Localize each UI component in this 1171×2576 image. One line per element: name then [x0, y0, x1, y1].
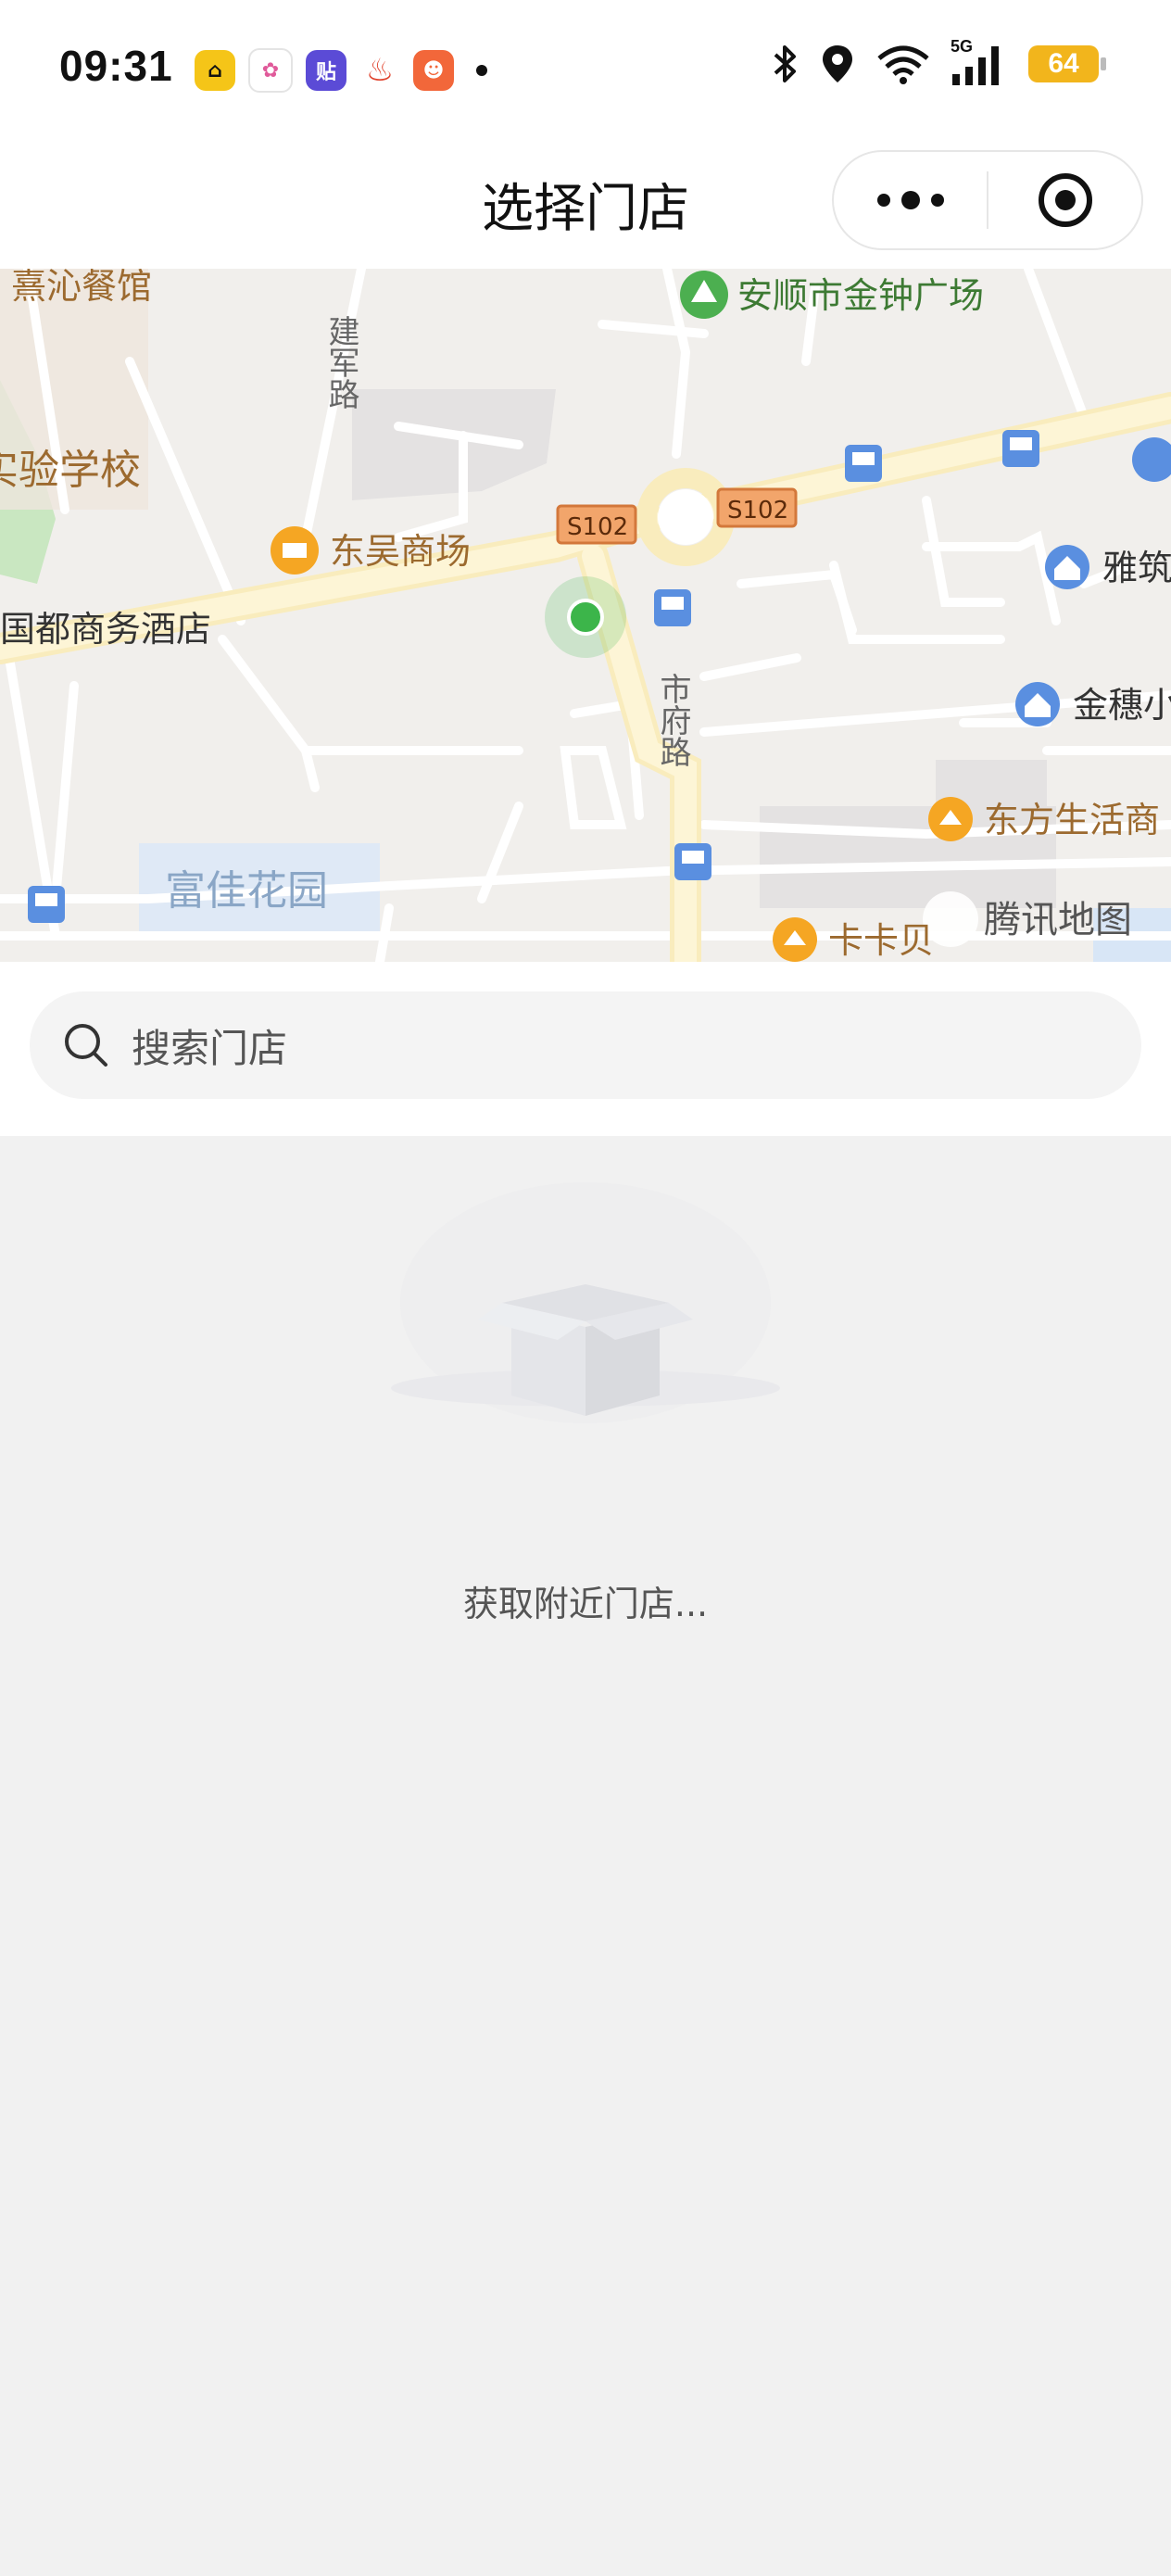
- more-button[interactable]: [834, 191, 987, 209]
- system-icons: 5G 64: [771, 37, 1106, 85]
- store-map[interactable]: 熹沁餐馆 安顺市金钟广场 建军路 实验学校 S102 S102 东吴商场 雅筑 …: [0, 269, 1171, 962]
- notification-icons: ⌂ ✿ 贴 ♨ ☻: [195, 48, 487, 93]
- loading-message: 获取附近门店...: [462, 1584, 709, 1624]
- map-label: 卡卡贝: [828, 920, 934, 961]
- map-label: 国都商务酒店: [0, 609, 211, 650]
- store-list: 获取附近门店...: [0, 1136, 1171, 2576]
- app-icon: 贴: [306, 50, 346, 91]
- navigation-bar: 选择门店: [0, 139, 1171, 269]
- map-label: S102: [567, 513, 628, 541]
- search-section: 搜索门店: [0, 962, 1171, 1136]
- status-bar: 09:31 ⌂ ✿ 贴 ♨ ☻ 5G 64: [0, 0, 1171, 139]
- status-time: 09:31: [59, 42, 173, 90]
- empty-box-icon: [391, 1182, 780, 1423]
- app-icon: ⌂: [195, 50, 235, 91]
- map-label: 市府路: [654, 673, 691, 767]
- signal-indicator: 5G: [951, 37, 1008, 85]
- battery-icon: 64: [1028, 45, 1106, 82]
- map-label: 安顺市金钟广场: [737, 275, 984, 316]
- map-label: 实验学校: [0, 447, 141, 494]
- more-dots-icon: [930, 194, 944, 207]
- more-notifications-dot: [476, 65, 487, 76]
- app-icon: ✿: [248, 48, 293, 93]
- wifi-icon: [877, 45, 929, 84]
- location-icon: [823, 45, 852, 82]
- map-canvas[interactable]: 熹沁餐馆 安顺市金钟广场 建军路 实验学校 S102 S102 东吴商场 雅筑 …: [0, 269, 1171, 962]
- signal-icon: [952, 46, 999, 85]
- search-icon: [65, 1024, 107, 1067]
- map-label: 东方生活商: [984, 800, 1160, 840]
- search-placeholder: 搜索门店: [132, 1025, 288, 1071]
- more-dots-icon: [900, 191, 920, 209]
- bluetooth-icon: [774, 45, 796, 82]
- map-label: S102: [727, 497, 788, 524]
- mini-program-capsule: [832, 150, 1143, 250]
- map-label: 雅筑: [1102, 548, 1171, 588]
- more-dots-icon: [876, 194, 890, 207]
- app-icon: ♨: [359, 50, 400, 91]
- map-label: 金穗小: [1073, 685, 1171, 726]
- close-button[interactable]: [988, 171, 1141, 229]
- map-label: 富佳花园: [165, 867, 328, 915]
- map-label: 建军路: [322, 315, 359, 410]
- map-label: 熹沁餐馆: [11, 269, 152, 307]
- map-attribution: 腾讯地图: [984, 899, 1132, 941]
- search-input[interactable]: 搜索门店: [30, 991, 1141, 1099]
- app-icon: ☻: [413, 50, 454, 91]
- target-circle-icon: [1038, 173, 1092, 227]
- battery-level: 64: [1048, 48, 1079, 79]
- map-label: 东吴商场: [330, 531, 471, 572]
